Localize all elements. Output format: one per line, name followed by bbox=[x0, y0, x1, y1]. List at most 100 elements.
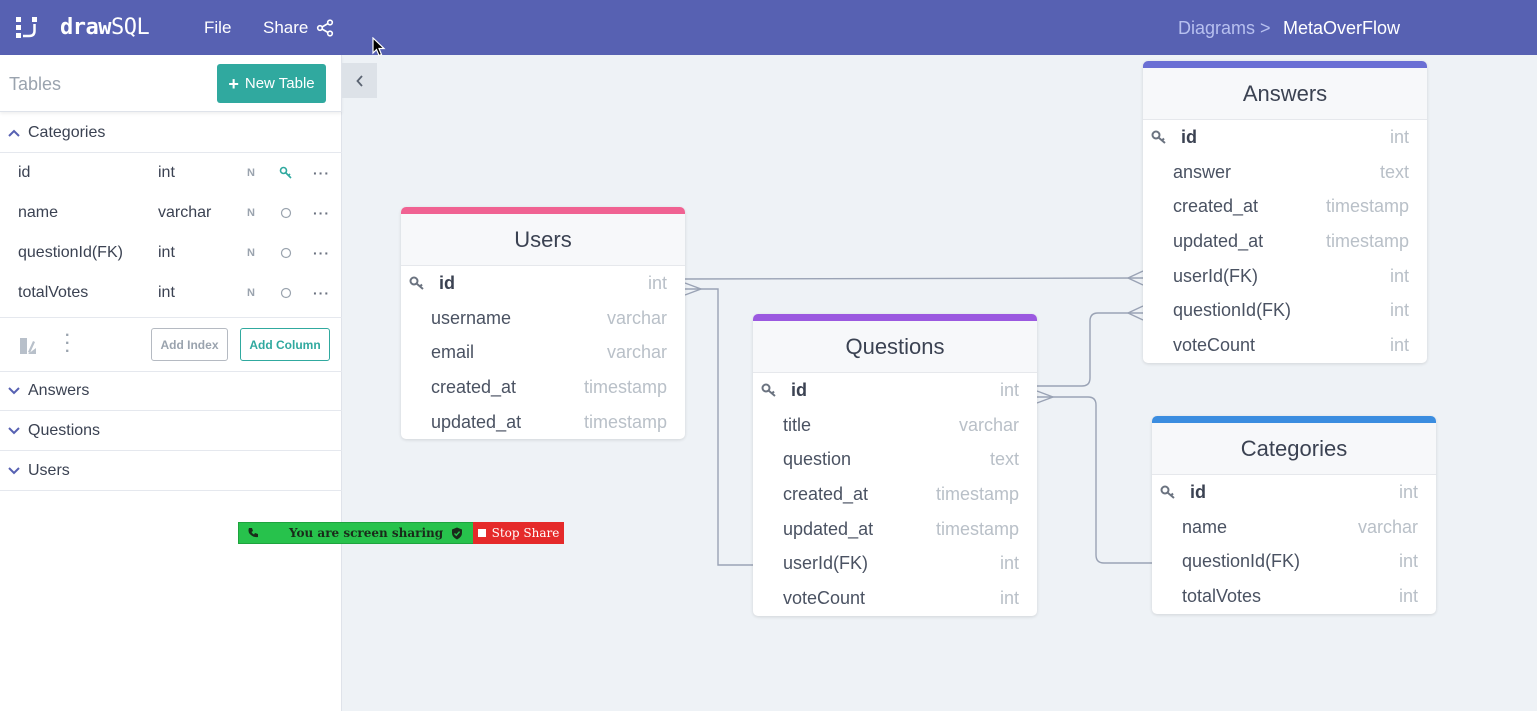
table-accent-bar bbox=[401, 207, 685, 214]
column-name: email bbox=[431, 342, 475, 363]
breadcrumb-diagram-name[interactable]: MetaOverFlow bbox=[1283, 18, 1400, 39]
stop-share-button[interactable]: Stop Share bbox=[473, 522, 564, 544]
table-title[interactable]: Answers bbox=[1143, 68, 1427, 120]
column-type[interactable]: int bbox=[158, 164, 175, 182]
column-name: voteCount bbox=[783, 587, 866, 608]
column-name: answer bbox=[1173, 161, 1232, 182]
more-vertical-icon[interactable]: · · · bbox=[65, 328, 70, 360]
column-name: username bbox=[431, 307, 512, 328]
table-row[interactable]: title varchar bbox=[753, 408, 1037, 443]
table-row[interactable]: questionId(FK) int bbox=[1143, 293, 1427, 328]
column-name[interactable]: questionId(FK) bbox=[18, 244, 123, 262]
table-title[interactable]: Users bbox=[401, 214, 685, 266]
column-more-icon[interactable]: ··· bbox=[313, 205, 330, 221]
column-name[interactable]: totalVotes bbox=[18, 284, 88, 302]
column-type: timestamp bbox=[583, 411, 667, 432]
column-more-icon[interactable]: ··· bbox=[313, 245, 330, 261]
table-color-icon[interactable] bbox=[19, 337, 37, 355]
file-menu[interactable]: File bbox=[204, 18, 231, 38]
column-type: int bbox=[647, 272, 667, 293]
table-row[interactable]: created_at timestamp bbox=[401, 370, 685, 405]
table-accent-bar bbox=[1152, 416, 1436, 423]
table-row[interactable]: userId(FK) int bbox=[1143, 259, 1427, 294]
table-row[interactable]: email varchar bbox=[401, 335, 685, 370]
column-type: int bbox=[1398, 585, 1418, 606]
table-row[interactable]: created_at timestamp bbox=[753, 477, 1037, 512]
add-column-button[interactable]: Add Column bbox=[240, 328, 330, 361]
nullable-toggle[interactable]: N bbox=[247, 167, 255, 179]
table-row[interactable]: updated_at timestamp bbox=[401, 405, 685, 440]
column-name[interactable]: id bbox=[18, 164, 30, 182]
column-row: questionId(FK) int N ··· bbox=[0, 233, 342, 273]
table-title[interactable]: Questions bbox=[753, 321, 1037, 373]
table-row[interactable]: userId(FK) int bbox=[753, 546, 1037, 581]
column-name: question bbox=[783, 449, 852, 470]
column-name: created_at bbox=[783, 483, 869, 504]
sidebar-table-users[interactable]: Users bbox=[0, 451, 342, 491]
table-row[interactable]: updated_at timestamp bbox=[1143, 224, 1427, 259]
plus-icon: + bbox=[228, 73, 239, 94]
column-more-icon[interactable]: ··· bbox=[313, 165, 330, 181]
add-index-button[interactable]: Add Index bbox=[151, 328, 228, 361]
new-table-button[interactable]: + New Table bbox=[217, 64, 326, 103]
sidebar-table-answers[interactable]: Answers bbox=[0, 371, 342, 411]
table-categories[interactable]: Categories id int name varchar questionId… bbox=[1152, 416, 1436, 614]
column-type: int bbox=[999, 587, 1019, 608]
shield-check-icon bbox=[452, 527, 462, 540]
column-name: questionId(FK) bbox=[1182, 551, 1301, 572]
column-more-icon[interactable]: ··· bbox=[313, 285, 330, 301]
table-row[interactable]: id int bbox=[753, 373, 1037, 408]
column-name: totalVotes bbox=[1182, 585, 1262, 606]
column-type: timestamp bbox=[1325, 196, 1409, 217]
nullable-toggle[interactable]: N bbox=[247, 207, 255, 219]
table-row[interactable]: question text bbox=[753, 442, 1037, 477]
table-row[interactable]: id int bbox=[401, 266, 685, 301]
column-type: int bbox=[999, 553, 1019, 574]
column-type[interactable]: int bbox=[158, 244, 175, 262]
circle-toggle-icon[interactable] bbox=[279, 206, 293, 220]
column-name[interactable]: name bbox=[18, 204, 58, 222]
table-row[interactable]: questionId(FK) int bbox=[1152, 544, 1436, 579]
table-row[interactable]: id int bbox=[1143, 120, 1427, 155]
screen-share-bar[interactable]: You are screen sharing bbox=[238, 522, 474, 544]
column-type: varchar bbox=[1357, 516, 1418, 537]
column-type[interactable]: int bbox=[158, 284, 175, 302]
share-menu[interactable]: Share bbox=[263, 18, 334, 38]
chevron-down-icon bbox=[0, 426, 28, 435]
sidebar-table-questions[interactable]: Questions bbox=[0, 411, 342, 451]
column-type: text bbox=[1379, 161, 1409, 182]
column-type[interactable]: varchar bbox=[158, 204, 211, 222]
table-users[interactable]: Users id int username varchar email varcha… bbox=[401, 207, 685, 440]
table-row[interactable]: created_at timestamp bbox=[1143, 189, 1427, 224]
chevron-up-icon bbox=[0, 129, 28, 137]
table-answers[interactable]: Answers id int answer text created_at time… bbox=[1143, 61, 1427, 363]
nullable-toggle[interactable]: N bbox=[247, 247, 255, 259]
column-name: updated_at bbox=[431, 411, 522, 432]
new-table-label: New Table bbox=[244, 75, 315, 92]
nullable-toggle[interactable]: N bbox=[247, 287, 255, 299]
table-questions[interactable]: Questions id int title varchar question te… bbox=[753, 314, 1037, 616]
primary-key-toggle-icon[interactable] bbox=[279, 166, 293, 180]
table-title[interactable]: Categories bbox=[1152, 423, 1436, 475]
column-name: id bbox=[791, 379, 807, 400]
table-row[interactable]: updated_at timestamp bbox=[753, 512, 1037, 547]
circle-toggle-icon[interactable] bbox=[279, 246, 293, 260]
chevron-down-icon bbox=[0, 466, 28, 475]
column-type: int bbox=[1389, 126, 1409, 147]
table-row[interactable]: name varchar bbox=[1152, 510, 1436, 545]
table-row[interactable]: answer text bbox=[1143, 155, 1427, 190]
drawsql-logo-icon[interactable] bbox=[14, 15, 42, 41]
drawsql-logo-text[interactable]: drawSQL bbox=[60, 15, 150, 40]
circle-toggle-icon[interactable] bbox=[279, 286, 293, 300]
breadcrumb-diagrams[interactable]: Diagrams > bbox=[1178, 18, 1271, 39]
table-row[interactable]: voteCount int bbox=[753, 581, 1037, 616]
sidebar-header: Tables + New Table bbox=[0, 55, 342, 112]
table-row[interactable]: username varchar bbox=[401, 301, 685, 336]
sidebar-table-categories[interactable]: Categories bbox=[0, 113, 342, 153]
table-row[interactable]: voteCount int bbox=[1143, 328, 1427, 363]
table-row[interactable]: id int bbox=[1152, 475, 1436, 510]
column-type: varchar bbox=[958, 414, 1019, 435]
chevron-down-icon bbox=[0, 386, 28, 395]
column-type: int bbox=[1389, 265, 1409, 286]
table-row[interactable]: totalVotes int bbox=[1152, 579, 1436, 614]
